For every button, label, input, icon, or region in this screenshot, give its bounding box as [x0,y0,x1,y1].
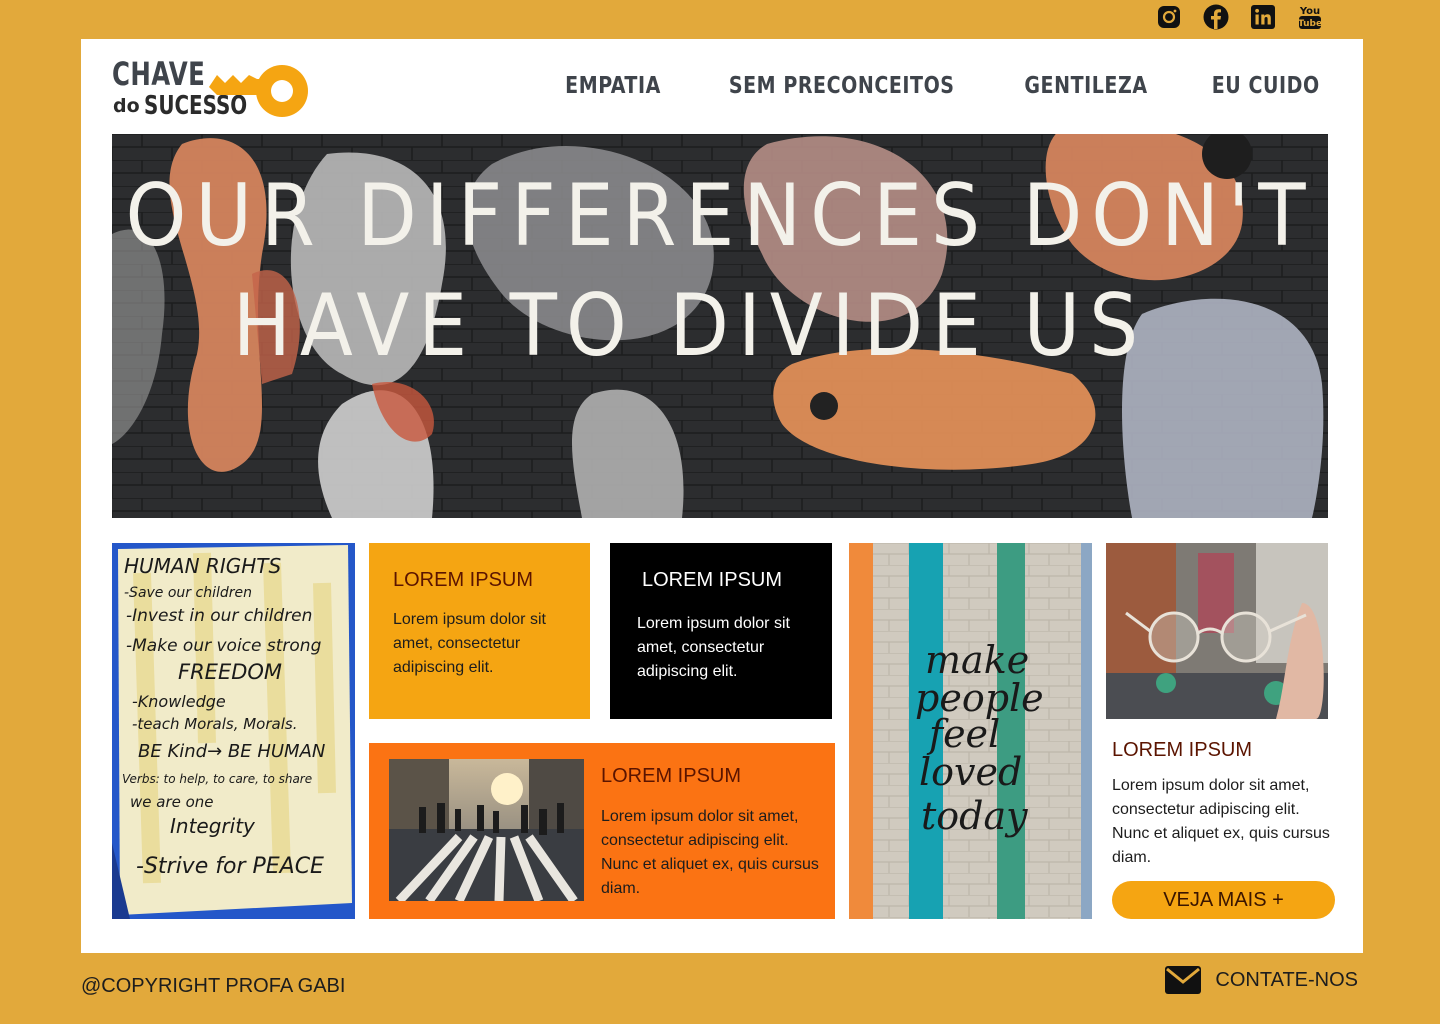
nav-eu-cuido[interactable]: EU CUIDO [1211,73,1319,99]
feature-tile-black[interactable]: LOREM IPSUM Lorem ipsum dolor sit amet, … [610,543,832,719]
linkedin-icon[interactable] [1250,4,1276,30]
tile-text: Lorem ipsum dolor sit amet, consectetur … [637,615,790,680]
tile-text: Lorem ipsum dolor sit amet, consectetur … [393,611,546,676]
feature-tile-orange[interactable]: LOREM IPSUM Lorem ipsum dolor sit amet, … [369,743,835,919]
poster-line-4: FREEDOM [178,660,282,684]
side-feature: LOREM IPSUM Lorem ipsum dolor sit amet, … [1112,739,1337,870]
logo-line1: CHAVE [112,55,206,93]
side-text: Lorem ipsum dolor sit amet, consectetur … [1112,777,1330,866]
nav-sem-preconceitos[interactable]: SEM PRECONCEITOS [729,73,955,99]
poster-line-1: -Save our children [124,585,252,601]
tile-title: LOREM IPSUM [642,569,783,591]
tile-title: LOREM IPSUM [601,765,742,787]
key-icon [209,65,308,117]
side-title: LOREM IPSUM [1112,739,1253,761]
poster-line-7: BE Kind→ BE HUMAN [138,741,325,762]
poster-line-8: Verbs: to help, to care, to share [122,772,312,786]
human-rights-poster-image: HUMAN RIGHTS -Save our children -Invest … [112,543,355,919]
veja-mais-button[interactable]: VEJA MAIS + [1112,881,1335,919]
poster-line-0: HUMAN RIGHTS [124,554,281,578]
poster-line-6: -teach Morals, Morals. [132,715,297,733]
youtube-label-bottom: Tube [1298,19,1322,29]
youtube-icon[interactable]: You Tube [1297,4,1323,30]
feature-tile-yellow[interactable]: LOREM IPSUM Lorem ipsum dolor sit amet, … [369,543,590,719]
facebook-icon[interactable] [1203,4,1229,30]
tile-text: Lorem ipsum dolor sit amet, consectetur … [601,808,819,897]
main-card: CHAVE do SUCESSO EMPATIA SEM PRECONCEITO… [81,39,1363,953]
hero-line-1: OUR DIFFERENCES DON'T [125,166,1315,266]
contact-link[interactable]: CONTATE-NOS [1165,966,1358,994]
poster-line-11: -Strive for PEACE [136,854,324,879]
poster-line-10: Integrity [170,814,256,838]
copyright-text: @COPYRIGHT PROFA GABI [81,975,346,997]
make-people-feel-loved-image: make people feel loved today [849,543,1092,919]
main-nav: EMPATIA SEM PRECONCEITOS GENTILEZA EU CU… [561,73,1324,99]
poster-line-9: we are one [130,793,214,811]
youtube-label-top: You [1299,6,1320,17]
nav-gentileza[interactable]: GENTILEZA [1024,73,1147,99]
mail-icon [1165,966,1202,994]
poster-line-2: -Invest in our children [126,606,312,626]
crosswalk-crowd-image [389,759,584,901]
contact-label: CONTATE-NOS [1215,968,1358,991]
hero-line-2: HAVE TO DIVIDE US [232,276,1148,376]
poster-line-5: -Knowledge [132,692,226,711]
social-links: You Tube [1156,4,1323,30]
wall-line-4: today [921,794,1028,838]
tile-title: LOREM IPSUM [393,569,534,591]
logo-line2-small: do [113,95,140,117]
instagram-icon[interactable] [1156,4,1182,30]
glasses-street-image [1106,543,1328,719]
poster-line-3: -Make our voice strong [126,636,322,656]
hero-banner: OUR DIFFERENCES DON'T HAVE TO DIVIDE US [112,134,1328,518]
wall-line-3: loved [919,750,1022,794]
site-logo[interactable]: CHAVE do SUCESSO [112,53,312,123]
nav-empatia[interactable]: EMPATIA [565,73,661,99]
